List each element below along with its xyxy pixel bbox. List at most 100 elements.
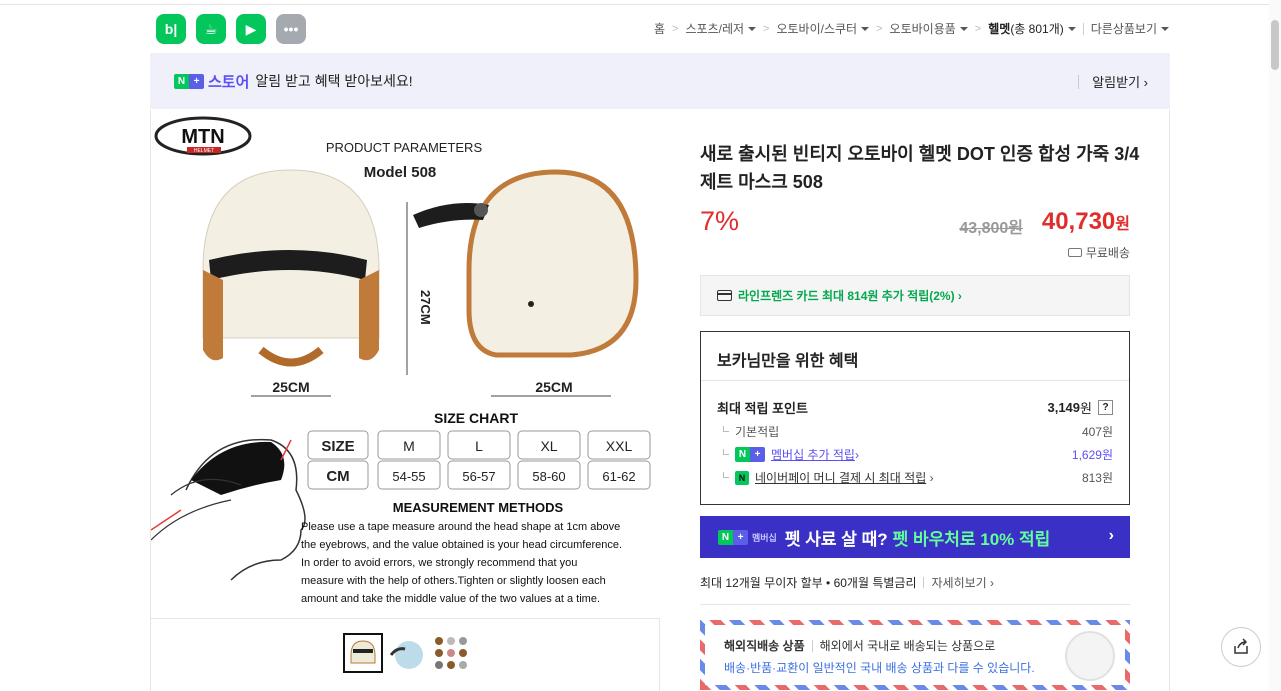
max-points-value: 3,149 <box>1047 400 1081 415</box>
alarm-message: 알림 받고 혜택 받아보세요! <box>255 73 413 89</box>
tree-branch-icon <box>723 426 729 432</box>
product-main-image[interactable]: MTN HELMET PRODUCT PARAMETERS Model 508 … <box>151 110 660 618</box>
model-label: Model 508 <box>364 164 437 181</box>
divider <box>151 618 660 619</box>
help-icon[interactable]: ? <box>1098 400 1113 415</box>
npay-icon: N <box>735 470 749 485</box>
measure-line: In order to avoid errors, we strongly re… <box>301 557 577 569</box>
pet-voucher-banner[interactable]: N + 멤버십 펫 사료 살 때? 펫 바우처로 10% 적립 › <box>700 516 1130 558</box>
breadcrumb: 홈 > 스포츠/레저 > 오토바이/스쿠터 > 오토바이용품 > 헬멧 (총 80… <box>654 20 1169 37</box>
nplus-logo: N + <box>174 73 204 89</box>
membership-points-link[interactable]: 멤버십 추가 적립 <box>771 446 855 463</box>
caret-down-icon <box>861 26 870 31</box>
max-points-row: 최대 적립 포인트 3,149 원? <box>717 398 1113 417</box>
overseas-desc: 해외에서 국내로 배송되는 상품으로 <box>819 639 996 653</box>
installment-details-link[interactable]: 자세히보기 › <box>932 574 995 591</box>
breadcrumb-label: 스포츠/레저 <box>685 22 745 36</box>
brand-logo-text: MTN <box>181 126 224 148</box>
share-icon <box>1234 638 1248 654</box>
more-icon[interactable]: ••• <box>276 14 306 44</box>
cm-cell: 56-57 <box>462 469 495 484</box>
dim-height: 27CM <box>418 290 433 325</box>
npay-points-link[interactable]: 네이버페이 머니 결제 시 최대 적립 <box>755 469 926 486</box>
thumbnail-image <box>431 633 471 673</box>
chevron-right-icon: › <box>926 470 934 485</box>
truck-icon <box>1067 248 1082 257</box>
overseas-delivery-notice: 해외직배송 상품 해외에서 국내로 배송되는 상품으로 배송·반품·교환이 일반… <box>700 620 1130 690</box>
measure-line: measure with the help of others.Tighten … <box>301 575 606 587</box>
caret-down-icon <box>959 26 968 31</box>
cm-cell: 58-60 <box>532 469 565 484</box>
installment-text: 최대 12개월 무이자 할부 • 60개월 특별금리 <box>700 576 917 590</box>
naver-store-icon[interactable]: ▶ <box>236 14 266 44</box>
alarm-button[interactable]: 알림받기 › <box>1078 72 1148 91</box>
breadcrumb-home[interactable]: 홈 <box>654 20 665 37</box>
cafe-icon[interactable]: ☕ <box>196 14 226 44</box>
overseas-title: 해외직배송 상품 <box>724 639 805 653</box>
size-header: SIZE <box>321 438 354 455</box>
discount-rate: 7% <box>700 206 740 236</box>
scrollbar-thumb[interactable] <box>1271 20 1279 70</box>
service-shortcuts: b| ☕ ▶ ••• <box>156 14 306 44</box>
divider <box>922 577 924 588</box>
divider <box>1082 22 1084 35</box>
pet-banner-highlight: 펫 바우처로 10% 적립 <box>892 529 1051 549</box>
caret-down-icon <box>748 26 757 31</box>
size-chart-title: SIZE CHART <box>434 410 518 426</box>
breadcrumb-motorcycle[interactable]: 오토바이/스쿠터 <box>776 20 870 37</box>
sale-price-unit: 원 <box>1115 216 1130 233</box>
divider <box>1078 74 1080 89</box>
thumbnail-image <box>345 635 381 671</box>
thumbnail-selected[interactable] <box>343 633 383 673</box>
share-button[interactable] <box>1221 627 1261 667</box>
breadcrumb-label: 헬멧 <box>988 22 1011 36</box>
breadcrumb-motorcycle-gear[interactable]: 오토바이용품 <box>890 20 968 37</box>
benefit-box: 보카님만을 위한 혜택 최대 적립 포인트 3,149 원? 기본적립 407원 … <box>700 331 1130 505</box>
measure-title: MEASUREMENT METHODS <box>393 500 564 515</box>
thumbnail[interactable] <box>431 633 471 673</box>
basic-points-value: 407원 <box>1081 425 1113 439</box>
credit-card-icon <box>717 290 732 301</box>
overseas-line-1: 해외직배송 상품 해외에서 국내로 배송되는 상품으로 <box>724 637 995 654</box>
breadcrumb-separator: > <box>672 22 679 35</box>
product-image-panel: MTN HELMET PRODUCT PARAMETERS Model 508 … <box>150 110 660 691</box>
cm-header: CM <box>326 468 349 485</box>
card-benefit-link[interactable]: 라인프렌즈 카드 최대 814원 추가 적립(2%) › <box>700 275 1130 316</box>
other-products-dropdown[interactable]: 다른상품보기 <box>1091 20 1169 37</box>
nplus-logo: N + <box>735 447 765 462</box>
breadcrumb-helmet[interactable]: 헬멧 (총 801개) <box>988 20 1076 37</box>
store-label: 스토어 <box>208 73 250 91</box>
max-points-label: 최대 적립 포인트 <box>717 401 808 416</box>
size-cell: M <box>403 438 415 454</box>
brand-sub-text: HELMET <box>194 148 214 154</box>
breadcrumb-sports[interactable]: 스포츠/레저 <box>685 20 757 37</box>
n-letter: N <box>174 73 189 89</box>
thumbnail[interactable] <box>387 633 427 673</box>
max-points-unit: 원 <box>1080 401 1092 416</box>
sale-price-number: 40,730 <box>1041 208 1116 235</box>
n-letter: N <box>718 529 733 545</box>
top-divider <box>0 4 1281 5</box>
dim-side-width: 25CM <box>535 379 572 395</box>
scrollbar[interactable] <box>1269 0 1281 691</box>
npay-points-value: 813원 <box>1081 471 1113 485</box>
basic-points-label: 기본적립 <box>735 425 780 439</box>
benefit-header: 보카님만을 위한 혜택 <box>701 332 1129 381</box>
dim-front-width: 25CM <box>272 379 309 395</box>
helmet-spec-image: MTN HELMET PRODUCT PARAMETERS Model 508 … <box>151 116 651 605</box>
cm-cell: 54-55 <box>392 469 425 484</box>
tree-branch-icon <box>723 472 729 478</box>
installment-info: 최대 12개월 무이자 할부 • 60개월 특별금리 자세히보기 › <box>700 574 994 591</box>
store-alarm-banner: N + 스토어 알림 받고 혜택 받아보세요! 알림받기 › <box>150 53 1170 109</box>
breadcrumb-count: (총 801개) <box>1010 22 1064 36</box>
caret-down-icon <box>1067 26 1076 31</box>
basic-points-row: 기본적립 407원 <box>717 423 1113 440</box>
breadcrumb-separator: > <box>876 22 883 35</box>
membership-tag: 멤버십 <box>752 532 777 543</box>
plus-letter: + <box>750 447 765 462</box>
chevron-right-icon: › <box>1108 527 1114 544</box>
thumbnail-strip <box>343 633 471 673</box>
blog-icon[interactable]: b| <box>156 14 186 44</box>
divider <box>811 639 813 652</box>
shipping-label: 무료배송 <box>1085 246 1130 260</box>
